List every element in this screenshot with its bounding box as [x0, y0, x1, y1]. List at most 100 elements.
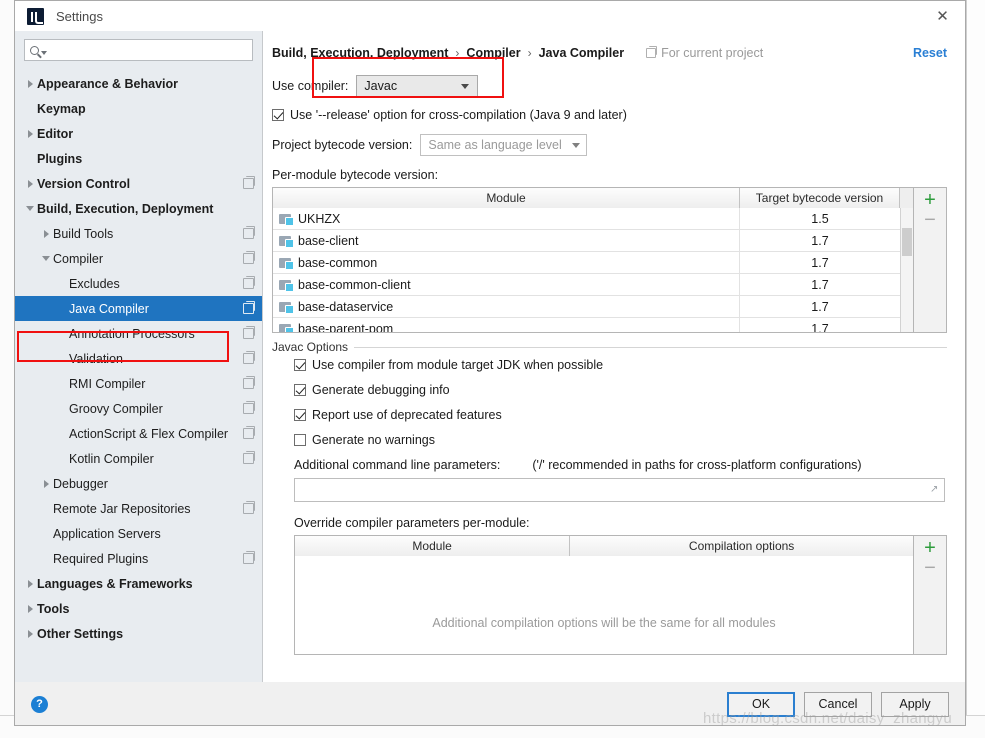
target-version-cell[interactable]: 1.7 [740, 318, 900, 333]
close-icon[interactable]: ✕ [920, 1, 965, 31]
sidebar-item-label: RMI Compiler [69, 376, 146, 391]
javac-option-checkbox[interactable]: Generate no warnings [294, 433, 947, 447]
sidebar-item-label: Groovy Compiler [69, 401, 163, 416]
table-row[interactable]: base-client 1.7 [273, 230, 900, 252]
sidebar-item-tools[interactable]: Tools [15, 596, 262, 621]
sidebar-item-groovy-compiler[interactable]: Groovy Compiler [15, 396, 262, 421]
javac-option-label: Report use of deprecated features [312, 408, 502, 422]
module-name: base-common-client [298, 277, 411, 292]
project-bytecode-dropdown[interactable]: Same as language level [420, 134, 588, 156]
target-version-cell[interactable]: 1.7 [740, 274, 900, 295]
sidebar-item-java-compiler[interactable]: Java Compiler [15, 296, 262, 321]
javac-option-checkbox[interactable]: Generate debugging info [294, 383, 947, 397]
sidebar-item-build-execution-deployment[interactable]: Build, Execution, Deployment [15, 196, 262, 221]
sidebar-item-keymap[interactable]: Keymap [15, 96, 262, 121]
sidebar-item-kotlin-compiler[interactable]: Kotlin Compiler [15, 446, 262, 471]
javac-checkbox-list: Use compiler from module target JDK when… [272, 358, 947, 447]
project-scope-icon [243, 501, 255, 514]
sidebar-item-annotation-processors[interactable]: Annotation Processors [15, 321, 262, 346]
breadcrumb-part-1[interactable]: Build, Execution, Deployment [272, 46, 448, 60]
javac-option-checkbox[interactable]: Use compiler from module target JDK when… [294, 358, 947, 372]
target-version-cell[interactable]: 1.7 [740, 230, 900, 251]
target-version-value: 1.5 [811, 211, 829, 226]
search-box[interactable] [24, 39, 253, 61]
override-module-column-header[interactable]: Module [295, 536, 571, 556]
chevron-right-icon[interactable] [39, 480, 53, 488]
cancel-button[interactable]: Cancel [804, 691, 872, 717]
scrollbar-thumb[interactable] [902, 228, 912, 256]
breadcrumb-part-3[interactable]: Java Compiler [539, 46, 624, 60]
target-version-cell[interactable]: 1.7 [740, 296, 900, 317]
module-table-wrapper: Module Target bytecode version UKHZX 1.5 b… [272, 187, 947, 333]
table-row[interactable]: UKHZX 1.5 [273, 208, 900, 230]
target-version-column-header[interactable]: Target bytecode version [740, 188, 900, 208]
javac-options-title: Javac Options [272, 340, 355, 354]
chevron-right-icon[interactable] [23, 180, 37, 188]
table-row[interactable]: base-common 1.7 [273, 252, 900, 274]
module-icon [279, 279, 294, 292]
chevron-down-icon[interactable] [39, 256, 53, 261]
table-row[interactable]: base-common-client 1.7 [273, 274, 900, 296]
compilation-options-column-header[interactable]: Compilation options [570, 536, 913, 556]
module-cell: base-dataservice [273, 296, 740, 317]
sidebar-item-validation[interactable]: Validation [15, 346, 262, 371]
additional-params-row: Additional command line parameters: ('/'… [272, 458, 947, 472]
help-icon[interactable]: ? [31, 695, 48, 713]
sidebar-item-required-plugins[interactable]: Required Plugins [15, 546, 262, 571]
module-cell: base-parent-pom [273, 318, 740, 332]
sidebar-item-other-settings[interactable]: Other Settings [15, 621, 262, 646]
sidebar-item-compiler[interactable]: Compiler [15, 246, 262, 271]
sidebar-item-editor[interactable]: Editor [15, 121, 262, 146]
target-version-cell[interactable]: 1.7 [740, 252, 900, 273]
plus-icon[interactable]: + [924, 190, 936, 210]
module-icon [279, 301, 294, 314]
javac-option-label: Generate no warnings [312, 433, 435, 447]
table-row[interactable]: base-dataservice 1.7 [273, 296, 900, 318]
expand-editor-icon[interactable]: ↗ [930, 485, 939, 495]
chevron-right-icon[interactable] [23, 580, 37, 588]
module-column-header[interactable]: Module [273, 188, 740, 208]
module-cell: base-common-client [273, 274, 740, 295]
sidebar-item-version-control[interactable]: Version Control [15, 171, 262, 196]
chevron-right-icon[interactable] [23, 130, 37, 138]
plus-icon[interactable]: + [924, 538, 936, 558]
table-row[interactable]: base-parent-pom 1.7 [273, 318, 900, 333]
sidebar-item-actionscript-flex-compiler[interactable]: ActionScript & Flex Compiler [15, 421, 262, 446]
minus-icon[interactable]: − [924, 210, 936, 230]
sidebar-item-label: Tools [37, 601, 70, 616]
sidebar-item-excludes[interactable]: Excludes [15, 271, 262, 296]
sidebar-item-application-servers[interactable]: Application Servers [15, 521, 262, 546]
sidebar-item-languages-frameworks[interactable]: Languages & Frameworks [15, 571, 262, 596]
checkbox-icon [294, 384, 306, 396]
module-table-scrollbar[interactable] [900, 208, 913, 332]
chevron-right-icon[interactable] [39, 230, 53, 238]
breadcrumb-part-2[interactable]: Compiler [466, 46, 520, 60]
sidebar-item-rmi-compiler[interactable]: RMI Compiler [15, 371, 262, 396]
sidebar-item-plugins[interactable]: Plugins [15, 146, 262, 171]
breadcrumb-separator-1: › [455, 46, 460, 60]
search-input[interactable] [50, 42, 252, 58]
use-compiler-dropdown[interactable]: Javac [356, 75, 479, 97]
apply-button[interactable]: Apply [881, 691, 949, 717]
project-scope-icon [243, 401, 255, 414]
sidebar-item-build-tools[interactable]: Build Tools [15, 221, 262, 246]
chevron-right-icon[interactable] [23, 605, 37, 613]
reset-link[interactable]: Reset [913, 46, 947, 60]
sidebar-item-appearance-behavior[interactable]: Appearance & Behavior [15, 71, 262, 96]
chevron-right-icon[interactable] [23, 80, 37, 88]
group-divider [272, 347, 947, 348]
sidebar-item-label: Editor [37, 126, 74, 141]
minus-icon[interactable]: − [924, 558, 936, 578]
project-scope-icon [243, 551, 255, 564]
javac-option-checkbox[interactable]: Report use of deprecated features [294, 408, 947, 422]
sidebar-item-remote-jar-repositories[interactable]: Remote Jar Repositories [15, 496, 262, 521]
chevron-right-icon[interactable] [23, 630, 37, 638]
module-name: base-common [298, 255, 378, 270]
chevron-down-icon[interactable] [23, 206, 37, 211]
sidebar-item-debugger[interactable]: Debugger [15, 471, 262, 496]
module-icon [279, 235, 294, 248]
target-version-cell[interactable]: 1.5 [740, 208, 900, 229]
additional-params-input[interactable]: ↗ [294, 478, 945, 502]
release-option-checkbox[interactable]: Use '--release' option for cross-compila… [272, 108, 947, 122]
ok-button[interactable]: OK [727, 691, 795, 717]
